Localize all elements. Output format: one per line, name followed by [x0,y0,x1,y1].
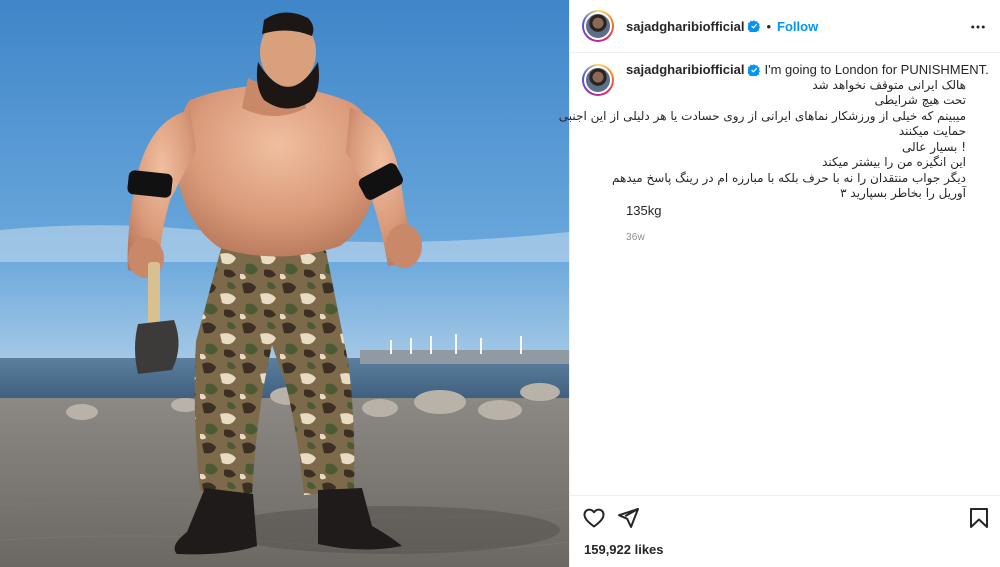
caption-persian-text: هالک ایرانی متوقف نخواهد شد تحت هیچ شرای… [558,77,966,202]
caption-line: هالک ایرانی متوقف نخواهد شد [812,77,966,92]
caption-line: دیگر جواب منتقدان را نه با حرف بلکه با م… [612,170,966,185]
post-caption: sajadgharibiofficial I'm going to London… [558,62,992,246]
paper-plane-icon[interactable] [616,506,640,530]
caption-avatar[interactable] [582,64,614,96]
caption-verified-badge-icon [748,64,761,76]
likes-count[interactable]: 159,922 likes [584,542,664,557]
caption-first-line: sajadgharibiofficial I'm going to London… [626,62,992,78]
caption-line: میبینم که خیلی از ورزشکار نماهای ایرانی … [558,108,966,123]
post-timestamp[interactable]: 36w [626,230,992,246]
more-options-icon[interactable] [969,18,987,36]
header-username[interactable]: sajadgharibiofficial [626,19,744,34]
post-side-panel: sajadgharibiofficial • Follow sajadghari… [558,0,1000,567]
verified-badge-icon [748,20,761,32]
post-actions: 159,922 likes [570,495,1000,567]
caption-line: این انگیزه من را بیشتر میکند [822,155,966,169]
post-header: sajadgharibiofficial • Follow [570,0,1000,53]
strongman-beach-photo [0,0,569,567]
caption-line: حمایت میکنند [898,124,966,138]
caption-line: آوریل را بخاطر بسپارید ۳ [840,186,966,200]
caption-weight: 135kg [626,202,662,218]
follow-button[interactable]: Follow [777,19,818,34]
instagram-post: sajadgharibiofficial • Follow sajadghari… [0,0,1000,567]
separator-dot: • [766,18,772,34]
post-image[interactable] [0,0,569,567]
caption-username[interactable]: sajadgharibiofficial [626,62,744,78]
heart-icon[interactable] [582,506,606,530]
caption-line: ! بسیار عالی [901,139,966,154]
caption-line: تحت هیچ شرایطی [874,93,966,107]
avatar[interactable] [582,10,614,42]
caption-body: sajadgharibiofficial I'm going to London… [558,62,992,246]
caption-english-text: I'm going to London for PUNISHMENT. [764,62,989,77]
bookmark-icon[interactable] [967,506,991,530]
